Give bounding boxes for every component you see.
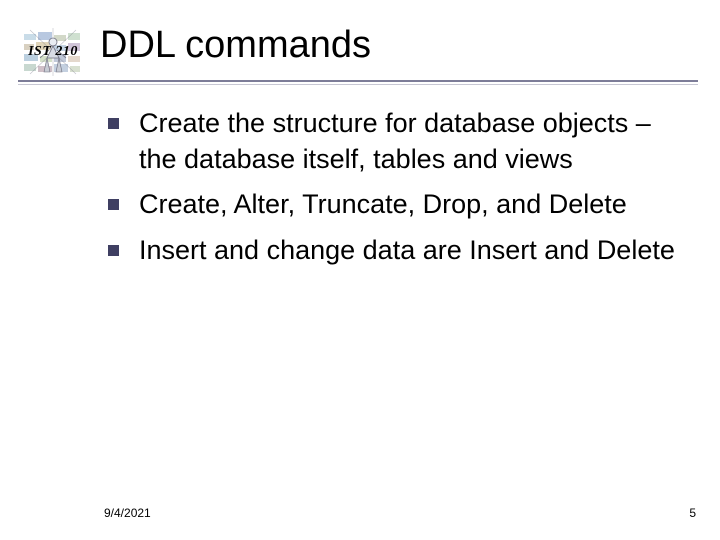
footer-date: 9/4/2021 (104, 506, 151, 520)
title-underline (18, 80, 698, 82)
slide-body: Create the structure for database object… (108, 106, 680, 279)
slide: IST 210 DDL commands Create the structur… (0, 0, 720, 540)
bullet-text: Create the structure for database object… (139, 106, 680, 177)
bullet-text: Insert and change data are Insert and De… (139, 233, 680, 269)
bullet-text: Create, Alter, Truncate, Drop, and Delet… (139, 187, 680, 223)
bullet-icon (108, 118, 119, 129)
footer-page-number: 5 (689, 506, 696, 520)
list-item: Create the structure for database object… (108, 106, 680, 177)
list-item: Insert and change data are Insert and De… (108, 233, 680, 269)
list-item: Create, Alter, Truncate, Drop, and Delet… (108, 187, 680, 223)
slide-title: DDL commands (100, 24, 371, 67)
bullet-icon (108, 199, 119, 210)
logo-icon (22, 28, 84, 76)
bullet-icon (108, 245, 119, 256)
slide-header: IST 210 DDL commands (0, 28, 720, 84)
